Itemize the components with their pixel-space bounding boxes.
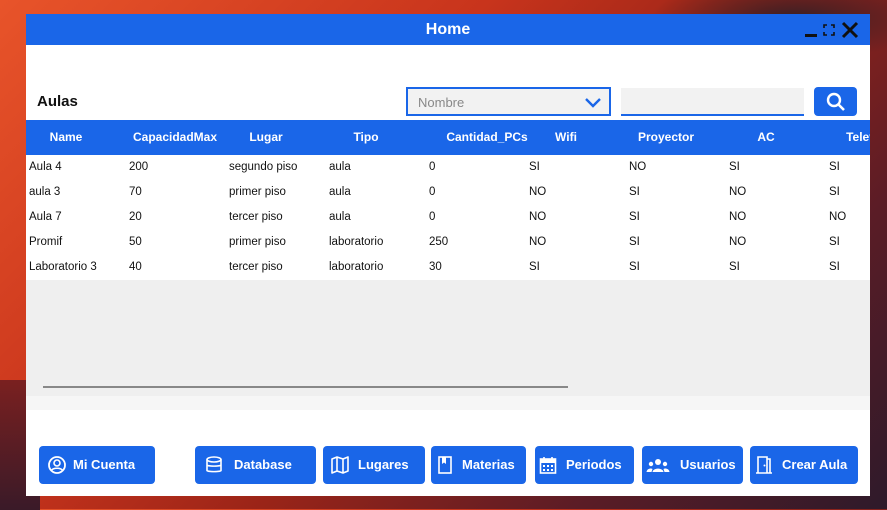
table-cell: SI — [829, 161, 840, 173]
table-cell: 20 — [129, 211, 142, 223]
table-cell: SI — [529, 261, 540, 273]
table-cell: aula — [329, 211, 351, 223]
table-cell: 0 — [429, 186, 436, 198]
table-row[interactable]: Aula 7 20 tercer piso aula 0 NO SI NO NO — [26, 205, 870, 230]
column-header[interactable]: CapacidadMax — [125, 120, 225, 155]
filter-dropdown[interactable]: Nombre — [406, 87, 611, 116]
mi-cuenta-button[interactable]: Mi Cuenta — [39, 446, 155, 484]
minimize-icon[interactable] — [804, 24, 818, 38]
table-cell: SI — [729, 161, 740, 173]
table-cell: NO — [729, 236, 747, 248]
map-icon — [331, 456, 349, 474]
horizontal-scrollbar-thumb[interactable] — [43, 386, 568, 388]
table-row[interactable]: Aula 4 200 segundo piso aula 0 SI NO SI SI — [26, 155, 870, 180]
table-cell: NO — [829, 211, 847, 223]
table-cell: 50 — [129, 236, 142, 248]
materias-label: Materias — [462, 457, 515, 472]
table-cell: SI — [829, 261, 840, 273]
close-icon[interactable] — [841, 21, 859, 39]
table-cell: Laboratorio 3 — [29, 261, 97, 273]
book-icon — [438, 456, 452, 474]
table-cell: aula — [329, 161, 351, 173]
filter-selected-value: Nombre — [418, 95, 465, 110]
table-cell: NO — [529, 236, 547, 248]
chevron-down-icon — [585, 98, 601, 108]
table-cell: 0 — [429, 161, 436, 173]
column-header[interactable]: Wifi — [516, 120, 616, 155]
table-cell: NO — [729, 211, 747, 223]
page-title: Aulas — [37, 93, 78, 110]
table-cell: primer piso — [229, 236, 286, 248]
materias-button[interactable]: Materias — [431, 446, 526, 484]
table-row[interactable]: Promif 50 primer piso laboratorio 250 NO SI NO S… — [26, 230, 870, 255]
table-cell: tercer piso — [229, 211, 283, 223]
aulas-table: Name CapacidadMax Lugar Tipo Cantidad_PCs Wif… — [26, 120, 870, 396]
table-cell: SI — [629, 236, 640, 248]
table-cell: 250 — [429, 236, 449, 248]
usuarios-button[interactable]: Usuarios — [642, 446, 743, 484]
calendar-icon — [539, 457, 557, 474]
table-cell: SI — [829, 186, 840, 198]
database-button[interactable]: Database — [195, 446, 316, 484]
door-icon — [756, 456, 772, 474]
table-row[interactable]: Laboratorio 3 40 tercer piso laboratorio 30 S… — [26, 255, 870, 280]
table-cell: NO — [529, 186, 547, 198]
table-cell: primer piso — [229, 186, 286, 198]
horizontal-scrollbar-track[interactable] — [26, 396, 870, 410]
database-label: Database — [234, 457, 292, 472]
table-cell: NO — [729, 186, 747, 198]
column-header[interactable]: Tipo — [316, 120, 416, 155]
window-title: Home — [425, 21, 471, 38]
search-icon — [826, 92, 845, 111]
table-cell: SI — [629, 261, 640, 273]
table-cell: aula — [329, 186, 351, 198]
table-cell: Promif — [29, 236, 63, 248]
column-header[interactable]: AC — [716, 120, 816, 155]
maximize-icon[interactable] — [823, 24, 835, 36]
periodos-button[interactable]: Periodos — [535, 446, 634, 484]
column-header[interactable]: Proyector — [616, 120, 716, 155]
table-cell: SI — [829, 236, 840, 248]
table-cell: NO — [629, 161, 647, 173]
lugares-label: Lugares — [358, 457, 409, 472]
mi-cuenta-label: Mi Cuenta — [73, 457, 136, 472]
table-cell: 70 — [129, 186, 142, 198]
column-header[interactable]: Telev — [811, 120, 870, 155]
table-cell: SI — [629, 186, 640, 198]
column-header[interactable]: Name — [26, 120, 116, 155]
search-button[interactable] — [814, 87, 857, 116]
search-input[interactable] — [621, 88, 804, 116]
table-cell: NO — [529, 211, 547, 223]
table-header: Name CapacidadMax Lugar Tipo Cantidad_PCs Wif… — [26, 120, 870, 155]
table-cell: aula 3 — [29, 186, 61, 198]
title-bar: Home — [26, 14, 870, 45]
database-icon — [206, 456, 222, 473]
table-cell: SI — [529, 161, 540, 173]
table-cell: segundo piso — [229, 161, 298, 173]
app-window: Home Aulas Nombre Name CapacidadMax Lugar T… — [26, 14, 870, 496]
table-cell: 0 — [429, 211, 436, 223]
table-cell: 40 — [129, 261, 142, 273]
table-cell: SI — [629, 211, 640, 223]
usuarios-label: Usuarios — [680, 457, 736, 472]
table-cell: laboratorio — [329, 236, 384, 248]
table-cell: Aula 7 — [29, 211, 62, 223]
table-cell: 200 — [129, 161, 149, 173]
table-cell: tercer piso — [229, 261, 283, 273]
table-body: Aula 4 200 segundo piso aula 0 SI NO SI SI aula 3… — [26, 155, 870, 280]
user-circle-icon — [48, 456, 66, 474]
lugares-button[interactable]: Lugares — [323, 446, 425, 484]
table-cell: laboratorio — [329, 261, 384, 273]
crear-aula-button[interactable]: Crear Aula — [750, 446, 858, 484]
periodos-label: Periodos — [566, 457, 622, 472]
table-cell: Aula 4 — [29, 161, 62, 173]
crear-aula-label: Crear Aula — [782, 457, 848, 472]
table-row[interactable]: aula 3 70 primer piso aula 0 NO SI NO SI — [26, 180, 870, 205]
table-cell: SI — [729, 261, 740, 273]
column-header[interactable]: Lugar — [216, 120, 316, 155]
table-cell: 30 — [429, 261, 442, 273]
users-icon — [646, 459, 670, 472]
